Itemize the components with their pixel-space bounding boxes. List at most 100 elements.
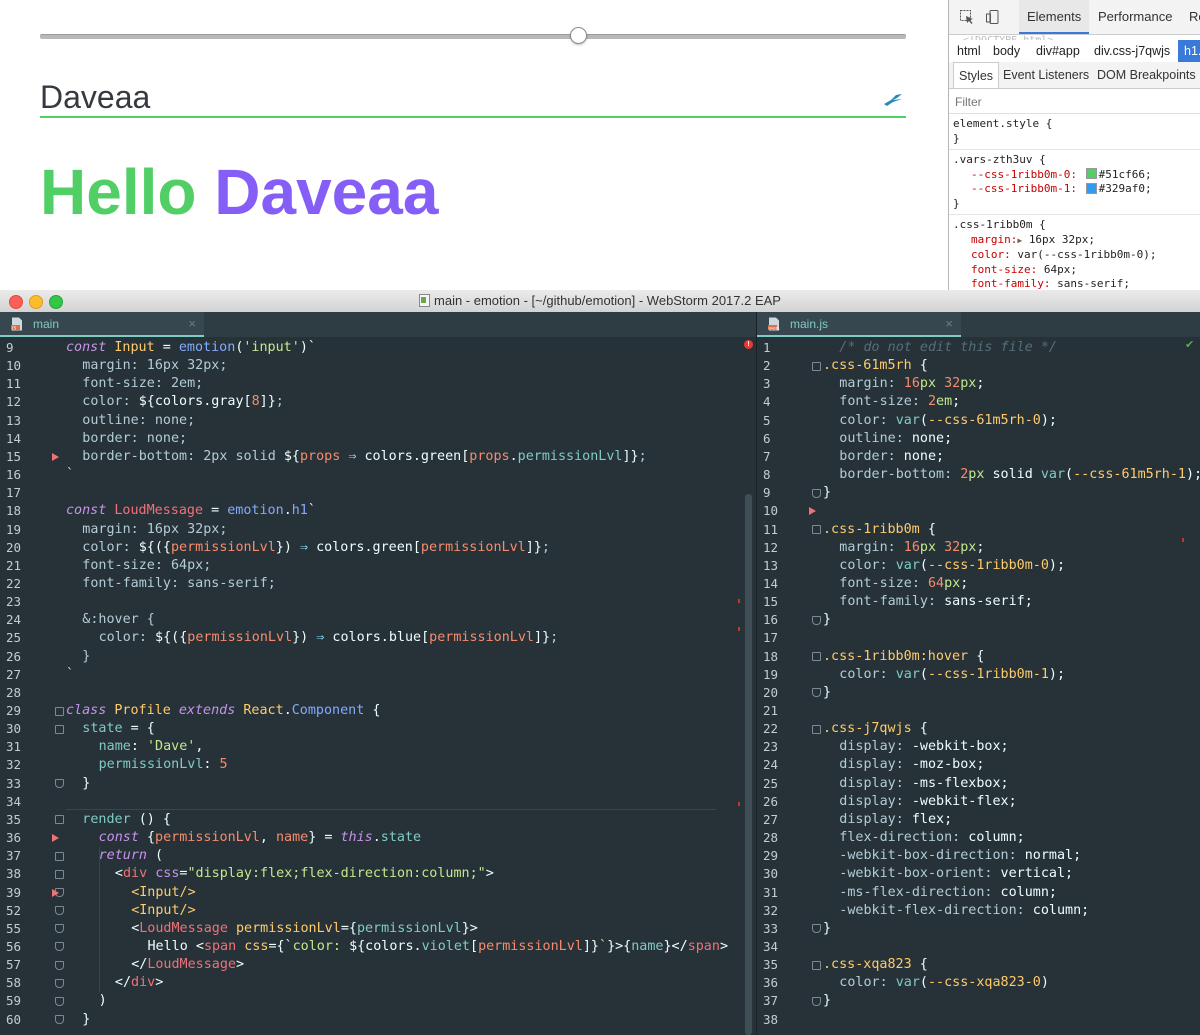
- warning-stripe[interactable]: [738, 599, 740, 603]
- fold-end-icon[interactable]: [55, 1015, 64, 1025]
- code-token: ]}: [582, 938, 599, 954]
- autofill-key-icon[interactable]: [882, 92, 904, 108]
- code-token: (: [919, 666, 928, 682]
- hello-text: Hello: [40, 156, 215, 228]
- indent-guide: [99, 865, 100, 938]
- change-marker-icon[interactable]: [52, 834, 59, 843]
- styles-filter-input[interactable]: [953, 91, 1197, 113]
- code-line: font-family: sans-serif;: [823, 593, 1033, 611]
- crumb-div-css-j7qwjs[interactable]: div.css-j7qwjs: [1088, 40, 1176, 62]
- fold-end-icon[interactable]: [55, 978, 64, 988]
- name-input[interactable]: [40, 78, 906, 118]
- code-token: }: [82, 1011, 91, 1027]
- close-tab-icon[interactable]: ×: [188, 316, 196, 332]
- fold-start-icon[interactable]: [812, 361, 821, 371]
- code-token: .: [283, 703, 292, 718]
- fold-end-icon[interactable]: [55, 960, 64, 970]
- fold-end-icon[interactable]: [55, 924, 64, 934]
- declaration[interactable]: margin:▶ 16px 32px;: [953, 233, 1197, 249]
- code-token: }: [823, 612, 832, 628]
- editor-tab-main[interactable]: JS main ×: [0, 312, 204, 337]
- change-marker-icon[interactable]: [52, 452, 59, 461]
- line-number: 32: [6, 757, 22, 773]
- line-number: 22: [763, 721, 779, 737]
- error-indicator-icon[interactable]: !: [744, 340, 753, 349]
- declaration[interactable]: --css-1ribb0m-1: #329af0;: [953, 182, 1197, 197]
- fold-end-icon[interactable]: [55, 996, 64, 1006]
- tab-elements[interactable]: Elements: [1019, 0, 1090, 34]
- fold-end-icon[interactable]: [55, 906, 64, 916]
- fold-start-icon[interactable]: [55, 869, 64, 879]
- fold-start-icon[interactable]: [55, 724, 64, 734]
- color-swatch[interactable]: [1085, 168, 1097, 179]
- declaration[interactable]: font-family: sans-serif;: [953, 277, 1197, 290]
- code-line: </LoudMessage>: [66, 956, 244, 974]
- fold-start-icon[interactable]: [812, 525, 821, 534]
- code-token: >: [485, 866, 494, 882]
- fold-end-icon[interactable]: [812, 924, 821, 934]
- fold-start-icon[interactable]: [55, 815, 64, 825]
- crumb-body[interactable]: body: [987, 40, 1026, 62]
- code-line: outline: none;: [66, 412, 195, 430]
- code-line: margin: 16px 32px;: [66, 521, 227, 539]
- tab-performance[interactable]: Performance: [1090, 0, 1180, 34]
- declaration[interactable]: font-size: 64px;: [953, 263, 1197, 278]
- change-marker-icon[interactable]: [52, 888, 59, 897]
- code-token: 64: [927, 575, 945, 591]
- crumb-html[interactable]: html: [951, 40, 987, 62]
- fold-end-icon[interactable]: [55, 942, 64, 952]
- line-number: 29: [6, 703, 22, 718]
- code-token: px: [960, 376, 977, 392]
- warning-stripe[interactable]: [738, 627, 740, 631]
- close-tab-icon[interactable]: ×: [945, 316, 953, 332]
- fold-end-icon[interactable]: [55, 779, 64, 789]
- code-token: margin: 16px 32px;: [82, 521, 228, 537]
- warning-stripe[interactable]: [738, 802, 740, 806]
- line-number: 58: [6, 975, 22, 991]
- editor-tab-main-js[interactable]: BABEL main.js ×: [757, 312, 961, 337]
- code-token: px: [968, 467, 993, 483]
- code-token: display:: [839, 793, 912, 809]
- permission-slider-track[interactable]: [40, 34, 906, 39]
- device-toolbar-icon[interactable]: [985, 9, 1001, 25]
- tab-more[interactable]: Re: [1181, 0, 1200, 34]
- fold-end-icon[interactable]: [812, 488, 821, 498]
- tab-label: main.js: [790, 317, 829, 331]
- code-area[interactable]: /* do not edit this file */ .css-61m5rh {…: [823, 337, 1200, 1035]
- subtab-event-listeners[interactable]: Event Listeners: [998, 62, 1094, 88]
- warning-stripe[interactable]: [1182, 538, 1184, 542]
- fold-end-icon[interactable]: [812, 615, 821, 625]
- declaration[interactable]: color: var(--css-1ribb0m-0);: [953, 248, 1197, 263]
- code-token: }: [823, 920, 832, 936]
- code-area[interactable]: const Input = emotion('input')` margin: 1…: [66, 337, 746, 1035]
- subtab-dom-breakpoints[interactable]: DOM Breakpoints: [1092, 62, 1200, 88]
- code-line: .css-j7qwjs {: [823, 720, 928, 738]
- crumb-h1[interactable]: h1.: [1178, 40, 1200, 62]
- code-token: display:: [839, 811, 912, 827]
- code-line: }: [66, 648, 90, 666]
- change-marker-icon[interactable]: [809, 507, 816, 516]
- fold-end-icon[interactable]: [812, 996, 821, 1006]
- crumb-div-app[interactable]: div#app: [1030, 40, 1086, 62]
- declaration[interactable]: --css-1ribb0m-0: #51cf66;: [953, 168, 1197, 183]
- code-token: ;: [550, 630, 559, 646]
- code-token: =: [154, 340, 179, 355]
- code-token: var: [895, 666, 920, 682]
- fold-start-icon[interactable]: [55, 851, 64, 861]
- code-token: font-family:: [839, 594, 945, 610]
- fold-end-icon[interactable]: [812, 688, 821, 698]
- subtab-styles[interactable]: Styles: [953, 62, 1000, 88]
- color-swatch[interactable]: [1085, 182, 1097, 194]
- code-token: &:hover {: [82, 612, 155, 628]
- fold-start-icon[interactable]: [812, 960, 821, 970]
- no-problems-check-icon[interactable]: ✔: [1185, 340, 1197, 351]
- permission-slider-thumb[interactable]: [570, 27, 588, 44]
- expand-triangle-icon[interactable]: ▶: [1017, 236, 1022, 245]
- code-token: (: [1065, 467, 1074, 483]
- vertical-scrollbar[interactable]: [745, 494, 752, 1035]
- fold-start-icon[interactable]: [812, 652, 821, 662]
- fold-start-icon[interactable]: [55, 706, 64, 716]
- fold-start-icon[interactable]: [812, 724, 821, 734]
- inspect-element-icon[interactable]: [959, 9, 975, 25]
- code-line: -ms-flex-direction: column;: [823, 884, 1057, 902]
